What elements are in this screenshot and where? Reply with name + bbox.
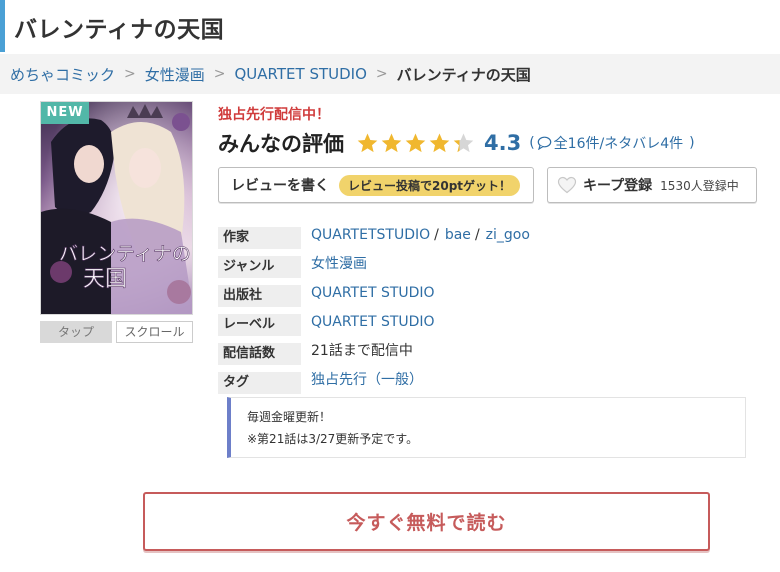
- title-accent-bar: [0, 0, 5, 52]
- cover-image[interactable]: バレンティナの 天国 NEW: [40, 101, 193, 315]
- keep-register-label: キープ登録: [583, 178, 653, 194]
- tag-link[interactable]: 独占先行（一般）: [311, 369, 423, 391]
- write-review-label: レビューを書く: [231, 178, 329, 194]
- notice-line: ※第21話は3/27更新予定です。: [247, 432, 419, 446]
- page-title: バレンティナの天国: [14, 17, 225, 43]
- breadcrumb-current: バレンティナの天国: [396, 65, 531, 84]
- author-link[interactable]: bae: [445, 224, 471, 246]
- review-count-link[interactable]: ( 全16件/ネタバレ4件 ): [529, 133, 694, 153]
- rating-label: みんなの評価: [218, 132, 344, 156]
- write-review-button[interactable]: レビューを書く レビュー投稿で20ptゲット！: [218, 167, 534, 203]
- info-row-genre: ジャンル 女性漫画: [218, 253, 758, 282]
- breadcrumb-link-genre[interactable]: 女性漫画: [145, 64, 205, 85]
- author-separator: /: [434, 227, 439, 243]
- work-info-table: 作家 QUARTETSTUDIO / bae / zi_goo ジャンル 女性漫…: [218, 224, 758, 398]
- breadcrumb-separator: >: [124, 66, 136, 82]
- open-paren: (: [529, 135, 535, 151]
- heart-icon: [557, 176, 577, 194]
- info-row-publisher: 出版社 QUARTET STUDIO: [218, 282, 758, 311]
- rating-row: みんなの評価 4.3 ( 全16件/ネタバレ4件 ): [218, 128, 695, 158]
- exclusive-label: 独占先行配信中！: [218, 107, 330, 123]
- author-link[interactable]: QUARTETSTUDIO: [311, 224, 430, 246]
- breadcrumb-link-home[interactable]: めちゃコミック: [10, 64, 115, 85]
- breadcrumb-separator: >: [213, 66, 226, 82]
- keep-register-button[interactable]: キープ登録 1530人登録中: [547, 167, 757, 203]
- info-key-author: 作家: [218, 227, 301, 249]
- page-header: バレンティナの天国: [0, 0, 780, 52]
- close-paren: ): [689, 135, 695, 151]
- star-icon: [357, 133, 378, 153]
- info-key-episodes: 配信話数: [218, 343, 301, 365]
- cover-artwork: バレンティナの 天国: [41, 102, 192, 314]
- keep-count: 1530人登録中: [660, 178, 739, 193]
- publisher-link[interactable]: QUARTET STUDIO: [311, 282, 435, 304]
- cover-title-text: 天国: [83, 267, 127, 292]
- cover-title-text: バレンティナの: [59, 243, 191, 265]
- breadcrumb: めちゃコミック > 女性漫画 > QUARTET STUDIO > バレンティナ…: [0, 54, 780, 94]
- info-key-genre: ジャンル: [218, 256, 301, 278]
- info-row-episodes: 配信話数 21話まで配信中: [218, 340, 758, 369]
- info-key-label: レーベル: [218, 314, 301, 336]
- author-link[interactable]: zi_goo: [486, 224, 530, 246]
- info-row-label: レーベル QUARTET STUDIO: [218, 311, 758, 340]
- info-row-author: 作家 QUARTETSTUDIO / bae / zi_goo: [218, 224, 758, 253]
- review-count-text: 全16件/ネタバレ4件: [553, 136, 684, 152]
- new-badge: NEW: [41, 102, 89, 124]
- read-free-button[interactable]: 今すぐ無料で読む: [143, 492, 710, 551]
- star-icon: [405, 133, 426, 153]
- episodes-value: 21話まで配信中: [311, 343, 413, 359]
- rating-score: 4.3: [484, 131, 522, 155]
- breadcrumb-separator: >: [375, 66, 388, 82]
- author-separator: /: [474, 227, 480, 243]
- star-icon: [453, 133, 474, 153]
- tap-button[interactable]: タップ: [40, 321, 112, 343]
- update-notice: 毎週金曜更新！ ※第21話は3/27更新予定です。: [227, 397, 746, 458]
- scroll-button[interactable]: スクロール: [116, 321, 193, 343]
- label-link[interactable]: QUARTET STUDIO: [311, 311, 435, 333]
- rating-stars: [356, 132, 476, 154]
- notice-line: 毎週金曜更新！: [247, 410, 332, 424]
- star-icon: [381, 133, 402, 153]
- speech-bubble-icon: [537, 136, 551, 150]
- genre-link[interactable]: 女性漫画: [311, 253, 367, 275]
- info-key-tag: タグ: [218, 372, 301, 394]
- review-reward-badge: レビュー投稿で20ptゲット！: [339, 174, 521, 196]
- info-key-publisher: 出版社: [218, 285, 301, 307]
- breadcrumb-link-publisher[interactable]: QUARTET STUDIO: [235, 65, 367, 83]
- info-row-tag: タグ 独占先行（一般）: [218, 369, 758, 398]
- star-icon: [429, 133, 450, 153]
- info-value-author: QUARTETSTUDIO / bae / zi_goo: [311, 224, 530, 246]
